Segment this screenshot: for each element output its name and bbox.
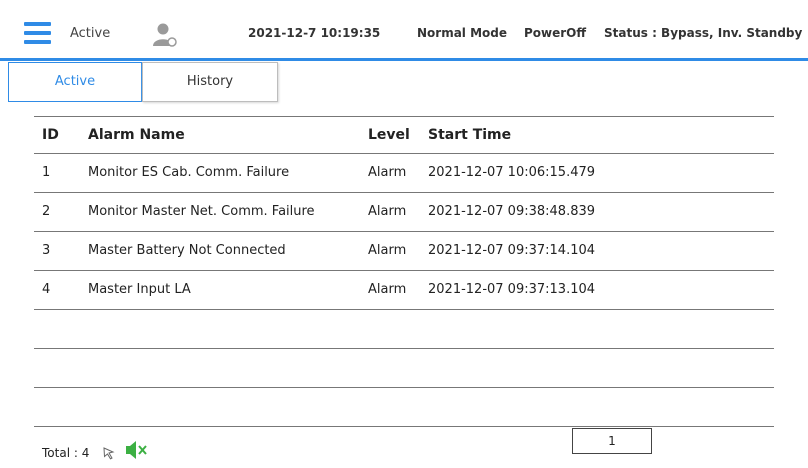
- cell-start-time: 2021-12-07 09:37:13.104: [428, 282, 596, 297]
- menu-icon[interactable]: [24, 22, 51, 44]
- table-row[interactable]: 1 Monitor ES Cab. Comm. Failure Alarm 20…: [34, 154, 774, 193]
- cell-id: 4: [42, 282, 51, 297]
- user-icon[interactable]: [152, 22, 178, 48]
- alarm-state-label: Active: [70, 26, 111, 41]
- cell-start-time: 2021-12-07 09:37:14.104: [428, 243, 596, 258]
- alarm-table: ID Alarm Name Level Start Time 1 Monitor…: [34, 116, 774, 427]
- table-row-empty: [34, 349, 774, 388]
- cell-alarm-name: Monitor Master Net. Comm. Failure: [88, 204, 315, 219]
- tab-active[interactable]: Active: [8, 62, 142, 102]
- cell-alarm-name: Master Battery Not Connected: [88, 243, 286, 258]
- cell-id: 3: [42, 243, 51, 258]
- cursor-icon[interactable]: [102, 446, 116, 460]
- cell-level: Alarm: [368, 165, 407, 180]
- page-number[interactable]: 1: [572, 428, 652, 454]
- column-header-start-time: Start Time: [428, 127, 512, 143]
- table-row-empty: [34, 388, 774, 427]
- mode-display: Normal Mode: [417, 26, 508, 40]
- total-count: Total : 4: [42, 446, 90, 460]
- cell-level: Alarm: [368, 204, 407, 219]
- table-row[interactable]: 4 Master Input LA Alarm 2021-12-07 09:37…: [34, 271, 774, 310]
- column-header-alarm-name: Alarm Name: [88, 127, 185, 143]
- top-bar: Active 2021-12-7 10:19:35 Normal Mode Po…: [0, 0, 808, 60]
- cell-id: 1: [42, 165, 51, 180]
- tab-history[interactable]: History: [142, 62, 278, 102]
- cell-start-time: 2021-12-07 09:38:48.839: [428, 204, 596, 219]
- column-header-id: ID: [42, 127, 59, 143]
- status-display: Status : Bypass, Inv. Standby: [604, 26, 803, 40]
- cell-level: Alarm: [368, 243, 407, 258]
- table-row[interactable]: 3 Master Battery Not Connected Alarm 202…: [34, 232, 774, 271]
- datetime-display: 2021-12-7 10:19:35: [248, 26, 381, 40]
- power-display: PowerOff: [524, 26, 587, 40]
- header-divider: [0, 58, 808, 61]
- cell-alarm-name: Monitor ES Cab. Comm. Failure: [88, 165, 290, 180]
- cell-id: 2: [42, 204, 51, 219]
- table-row[interactable]: 2 Monitor Master Net. Comm. Failure Alar…: [34, 193, 774, 232]
- table-header-row: ID Alarm Name Level Start Time: [34, 116, 774, 154]
- cell-start-time: 2021-12-07 10:06:15.479: [428, 165, 596, 180]
- column-header-level: Level: [368, 127, 410, 143]
- cell-level: Alarm: [368, 282, 407, 297]
- table-row-empty: [34, 310, 774, 349]
- mute-icon[interactable]: [124, 440, 148, 460]
- cell-alarm-name: Master Input LA: [88, 282, 191, 297]
